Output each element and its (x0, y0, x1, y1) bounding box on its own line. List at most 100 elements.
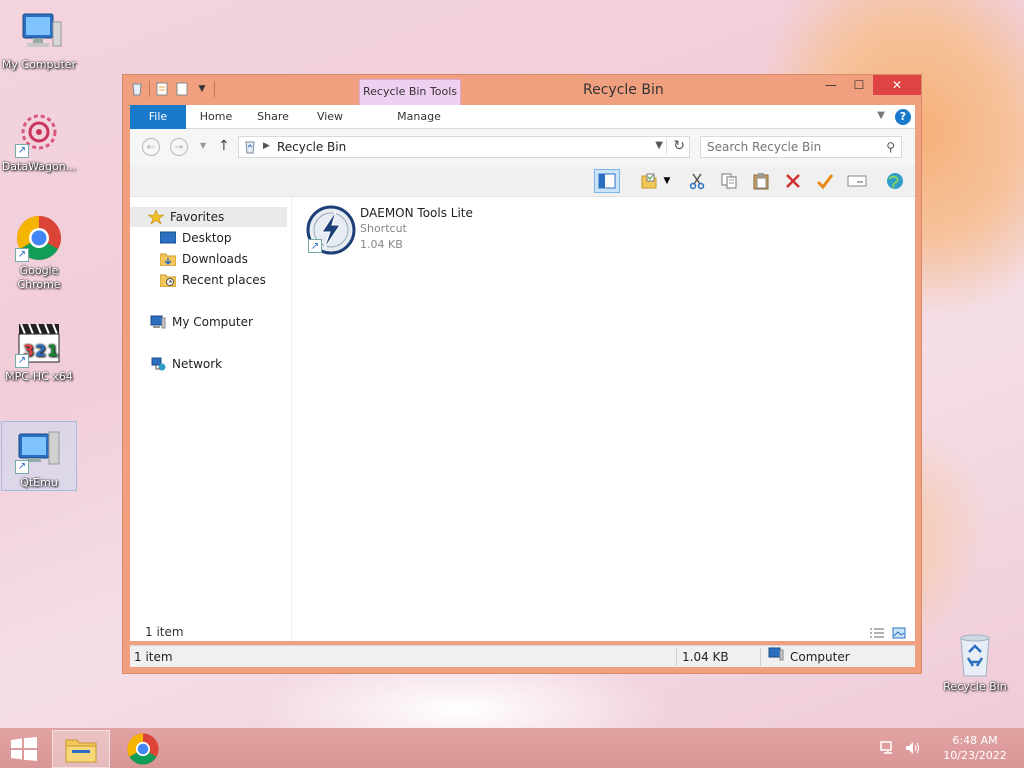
globe-icon[interactable] (882, 169, 908, 193)
nav-item-my-computer[interactable]: My Computer (150, 312, 253, 332)
recycle-bin-small-icon (243, 140, 257, 154)
nav-item-desktop[interactable]: Desktop (159, 228, 232, 248)
taskbar: 6:48 AM 10/23/2022 (0, 728, 1024, 768)
file-item[interactable]: ↗ DAEMON Tools Lite Shortcut 1.04 KB (306, 203, 526, 257)
search-icon[interactable]: ⚲ (886, 140, 895, 154)
datawagon-icon: ↗ (15, 110, 63, 158)
taskbar-google-chrome[interactable] (114, 730, 172, 768)
qtemu-icon: ↗ (15, 426, 63, 474)
desktop-icon (159, 231, 177, 245)
organize-dropdown-icon[interactable]: ▼ (660, 169, 674, 193)
window-controls: — ☐ ✕ (817, 75, 921, 95)
file-explorer-icon (65, 739, 97, 763)
qat-separator (214, 81, 215, 97)
navigation-pane: Favorites Desktop Downloads Recent place… (130, 197, 292, 641)
chrome-icon: ↗ (15, 214, 63, 262)
search-input[interactable] (707, 140, 877, 154)
back-button[interactable]: ← (142, 138, 160, 156)
tab-view[interactable]: View (310, 105, 350, 129)
qat-dropdown-icon[interactable]: ▼ (194, 81, 210, 97)
desktop-icon-google-chrome[interactable]: ↗ Google Chrome (1, 214, 77, 292)
ribbon-tabs: File Home Share View Manage ▼ ? (130, 105, 915, 129)
breadcrumb[interactable]: Recycle Bin (277, 140, 346, 154)
star-icon (147, 209, 165, 225)
desktop-icon-recycle-bin[interactable]: Recycle Bin (937, 630, 1013, 694)
preview-pane-button[interactable] (594, 169, 620, 193)
status-location-label: Computer (790, 650, 850, 664)
delete-icon[interactable] (780, 169, 806, 193)
daemon-tools-icon: ↗ (306, 205, 356, 255)
recycle-bin-icon (951, 630, 999, 678)
system-tray: 6:48 AM 10/23/2022 (880, 728, 1024, 768)
downloads-folder-icon (159, 252, 177, 267)
paste-icon[interactable] (748, 169, 774, 193)
volume-icon[interactable] (904, 740, 920, 759)
desktop-icon-mpc-hc[interactable]: 3 2 1 ↗ MPC-HC x64 (1, 320, 77, 384)
up-button[interactable]: ↑ (218, 138, 230, 154)
item-count: 1 item (145, 625, 184, 639)
desktop-icon-datawagon[interactable]: ↗ DataWagon... (1, 110, 77, 174)
nav-item-label: Favorites (170, 210, 225, 224)
desktop-icon-label: Recycle Bin (943, 680, 1007, 693)
restore-check-icon[interactable] (812, 169, 838, 193)
nav-item-label: Desktop (182, 231, 232, 245)
clock-time: 6:48 AM (952, 734, 998, 747)
details-view-icon[interactable] (869, 627, 885, 642)
recent-places-icon (159, 273, 177, 288)
start-button[interactable] (10, 737, 38, 761)
explorer-window: ▼ Recycle Bin Tools Recycle Bin — ☐ ✕ Fi… (122, 74, 922, 674)
recent-locations-icon[interactable]: ▼ (200, 141, 206, 150)
breadcrumb-chevron-icon[interactable]: ▶ (263, 141, 270, 151)
new-folder-icon[interactable] (174, 81, 190, 97)
nav-item-network[interactable]: Network (150, 354, 222, 374)
organize-folder-icon[interactable] (636, 169, 662, 193)
shortcut-arrow-icon: ↗ (15, 460, 29, 474)
nav-item-favorites[interactable]: Favorites (130, 207, 287, 227)
computer-icon (768, 646, 784, 668)
address-row: ← → ▼ ↑ ▶ Recycle Bin ▼ ↻ ⚲ (130, 129, 915, 165)
shortcut-arrow-icon: ↗ (15, 354, 29, 368)
address-dropdown-icon[interactable]: ▼ (655, 140, 663, 151)
address-bar[interactable]: ▶ Recycle Bin ▼ ↻ (238, 136, 690, 158)
forward-button[interactable]: → (170, 138, 188, 156)
mpc-hc-icon: 3 2 1 ↗ (15, 320, 63, 368)
copy-icon[interactable] (716, 169, 742, 193)
network-tray-icon[interactable] (880, 740, 896, 759)
window-title: Recycle Bin (583, 82, 664, 98)
maximize-button[interactable]: ☐ (845, 75, 873, 95)
quick-access-toolbar: ▼ (129, 81, 215, 97)
properties-icon[interactable] (154, 81, 170, 97)
status-size: 1.04 KB (682, 650, 729, 664)
tab-manage[interactable]: Manage (376, 105, 462, 129)
tab-file[interactable]: File (130, 105, 186, 129)
close-button[interactable]: ✕ (873, 75, 921, 95)
recycle-bin-small-icon[interactable] (129, 81, 145, 97)
nav-item-downloads[interactable]: Downloads (159, 249, 248, 269)
desktop-icon-my-computer[interactable]: My Computer (1, 8, 77, 72)
large-icons-view-icon[interactable] (892, 627, 906, 642)
help-icon[interactable]: ? (895, 109, 911, 125)
taskbar-file-explorer[interactable] (52, 730, 110, 768)
nav-item-recent-places[interactable]: Recent places (159, 270, 266, 290)
command-toolbar: ▼ (130, 165, 915, 197)
desktop-icon-label: DataWagon... (1, 160, 77, 173)
desktop-icon-qtemu[interactable]: ↗ QtEmu (1, 421, 77, 491)
status-location: Computer (764, 646, 850, 668)
file-name: DAEMON Tools Lite (360, 206, 473, 220)
expand-ribbon-icon[interactable]: ▼ (877, 110, 885, 121)
status-separator (760, 648, 761, 666)
rename-icon[interactable] (844, 169, 870, 193)
file-type: Shortcut (360, 222, 407, 235)
cut-icon[interactable] (684, 169, 710, 193)
search-box[interactable]: ⚲ (700, 136, 902, 158)
desktop-icon-label: Google Chrome (17, 264, 61, 291)
clock[interactable]: 6:48 AM 10/23/2022 (940, 733, 1010, 763)
desktop-icon-label: MPC-HC x64 (5, 370, 73, 383)
status-bar: 1 item 1.04 KB Computer (130, 645, 915, 667)
tab-home[interactable]: Home (194, 105, 238, 129)
refresh-icon[interactable]: ↻ (666, 138, 685, 154)
title-bar[interactable]: ▼ Recycle Bin Tools Recycle Bin — ☐ ✕ (123, 75, 921, 105)
clock-date: 10/23/2022 (943, 749, 1007, 762)
minimize-button[interactable]: — (817, 75, 845, 95)
tab-share[interactable]: Share (250, 105, 296, 129)
